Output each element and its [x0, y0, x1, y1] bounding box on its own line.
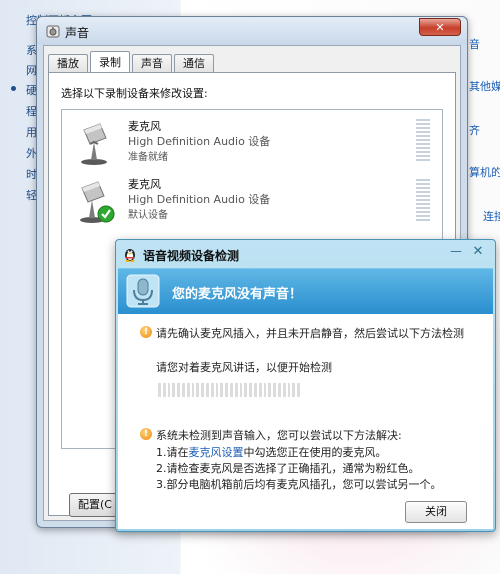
background-link-computer[interactable]: 算机的 — [469, 164, 500, 180]
speak-prompt: 请您对着麦克风讲话，以便开始检测 — [156, 361, 332, 374]
device-name: 麦克风 — [128, 120, 161, 133]
recording-device-item[interactable]: 麦克风 High Definition Audio 设备 准备就绪 — [70, 116, 430, 168]
device-level-meter — [416, 179, 430, 221]
background-link[interactable]: 齐 — [469, 122, 480, 138]
device-status: 默认设备 — [128, 210, 168, 221]
device-check-close-icon[interactable]: ✕ — [469, 244, 487, 260]
warning-banner-text: 您的麦克风没有声音！ — [172, 287, 303, 302]
minimize-button[interactable]: — — [447, 244, 465, 260]
recording-device-item-default[interactable]: 麦克风 High Definition Audio 设备 默认设备 — [70, 174, 430, 226]
check-step-instruction: 请先确认麦克风插入，并且未开启静音，然后尝试以下方法检测 — [156, 327, 464, 340]
current-category-bullet — [11, 86, 16, 91]
sound-dialog-title: 声音 — [65, 26, 90, 40]
device-driver: High Definition Audio 设备 — [128, 193, 271, 206]
tab-communications[interactable]: 通信 — [174, 54, 214, 72]
background-link-connect[interactable]: 连接 — [483, 208, 500, 224]
solution-1: 1.请在麦克风设置中勾选您正在使用的麦克风。 — [156, 446, 387, 459]
solution-3: 3.部分电脑机箱前后均有麦克风插孔，您可以尝试另一个。 — [156, 478, 442, 491]
tab-recording[interactable]: 录制 — [90, 51, 130, 73]
close-button[interactable]: 关闭 — [405, 501, 467, 523]
microphone-default-icon — [80, 181, 115, 223]
mic-settings-link[interactable]: 麦克风设置 — [189, 446, 244, 459]
solution-2: 2.请检查麦克风是否选择了正确插孔，通常为粉红色。 — [156, 462, 420, 475]
device-status: 准备就绪 — [128, 152, 168, 163]
mic-level-bar — [158, 383, 300, 397]
device-level-meter — [416, 119, 430, 161]
info-icon: ! — [140, 428, 152, 440]
speaker-icon — [46, 25, 60, 38]
no-input-title: 系统未检测到声音输入，您可以尝试以下方法解决: — [156, 429, 402, 442]
sound-dialog-close-button[interactable]: ✕ — [419, 18, 461, 36]
device-check-title: 语音视频设备检测 — [143, 249, 240, 263]
background-link[interactable]: 音 — [469, 36, 480, 52]
info-icon: ! — [140, 326, 152, 338]
penguin-icon — [125, 249, 135, 262]
device-check-titlebar[interactable]: 语音视频设备检测 — ✕ — [116, 240, 495, 268]
device-name: 麦克风 — [128, 178, 161, 191]
background-link-other-media[interactable]: 其他媒( — [469, 78, 500, 94]
device-check-dialog: 语音视频设备检测 — ✕ 您的麦克风没有声音！ ! 请先确认麦克风插入，并且未开… — [115, 239, 496, 532]
device-check-body: ! 请先确认麦克风插入，并且未开启静音，然后尝试以下方法检测 请您对着麦克风讲话… — [118, 314, 493, 529]
warning-banner: 您的麦克风没有声音！ — [118, 268, 493, 314]
tab-sounds[interactable]: 声音 — [132, 54, 172, 72]
sound-tabs: 播放 录制 声音 通信 — [48, 50, 216, 73]
microphone-icon — [81, 123, 107, 165]
microphone-icon — [126, 274, 160, 308]
sound-dialog-titlebar[interactable]: 声音 ✕ — [37, 17, 467, 45]
recording-instruction: 选择以下录制设备来修改设置: — [61, 87, 208, 100]
device-driver: High Definition Audio 设备 — [128, 135, 271, 148]
tab-playback[interactable]: 播放 — [48, 54, 88, 72]
